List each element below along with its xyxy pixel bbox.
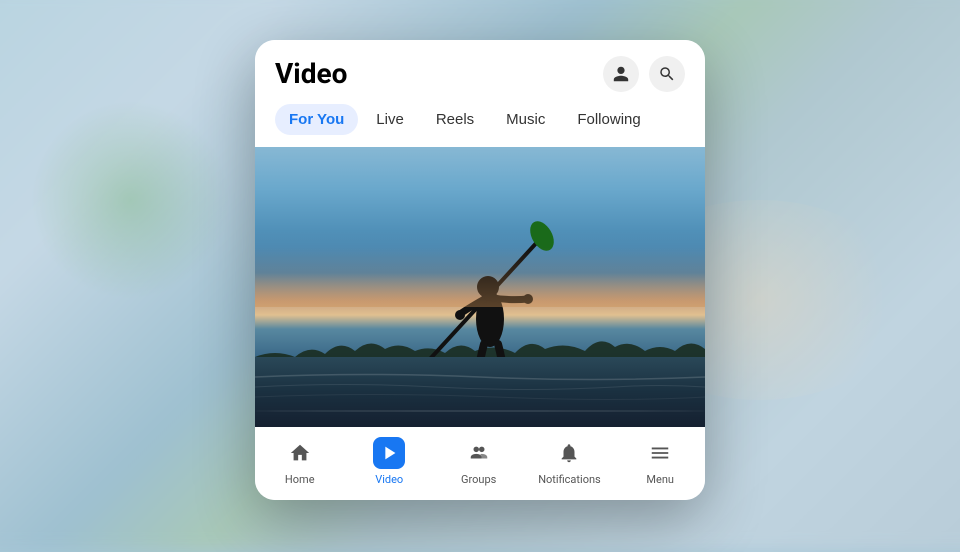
nav-home[interactable]: Home — [270, 437, 330, 486]
water-shimmer — [255, 367, 705, 407]
groups-icon — [468, 442, 490, 464]
nav-menu[interactable]: Menu — [630, 437, 690, 486]
bell-icon — [558, 442, 580, 464]
video-background — [255, 147, 705, 427]
nav-notifications[interactable]: Notifications — [538, 437, 601, 486]
nav-menu-label: Menu — [646, 473, 674, 486]
menu-icon-container — [644, 437, 676, 469]
bg-blob-green — [30, 100, 230, 300]
tab-following[interactable]: Following — [563, 104, 654, 135]
video-icon-container — [373, 437, 405, 469]
nav-groups-label: Groups — [461, 473, 496, 486]
header-top: Video — [275, 56, 685, 92]
person-icon — [612, 65, 630, 83]
nav-items: Home Video — [255, 437, 705, 486]
tab-music[interactable]: Music — [492, 104, 559, 135]
tab-for-you[interactable]: For You — [275, 104, 358, 135]
video-play-icon — [378, 442, 400, 464]
groups-icon-container — [463, 437, 495, 469]
tabs-bar: For You Live Reels Music Following — [275, 104, 685, 147]
tab-live[interactable]: Live — [362, 104, 418, 135]
menu-icon — [649, 442, 671, 464]
bottom-nav: Home Video — [255, 427, 705, 500]
header-icons — [603, 56, 685, 92]
video-area[interactable] — [255, 147, 705, 427]
tab-reels[interactable]: Reels — [422, 104, 488, 135]
home-icon-container — [284, 437, 316, 469]
nav-video-label: Video — [375, 473, 403, 486]
page-title: Video — [275, 57, 347, 90]
search-button[interactable] — [649, 56, 685, 92]
nav-notifications-label: Notifications — [538, 473, 601, 486]
water — [255, 357, 705, 427]
nav-video[interactable]: Video — [359, 437, 419, 486]
profile-button[interactable] — [603, 56, 639, 92]
bell-icon-container — [553, 437, 585, 469]
header: Video For You Live Reels Music Fol — [255, 40, 705, 147]
nav-groups[interactable]: Groups — [449, 437, 509, 486]
search-icon — [658, 65, 676, 83]
app-card: Video For You Live Reels Music Fol — [255, 40, 705, 500]
home-icon — [289, 442, 311, 464]
water-reflection — [255, 410, 705, 412]
sunset-glow — [255, 247, 705, 307]
nav-home-label: Home — [285, 473, 315, 486]
